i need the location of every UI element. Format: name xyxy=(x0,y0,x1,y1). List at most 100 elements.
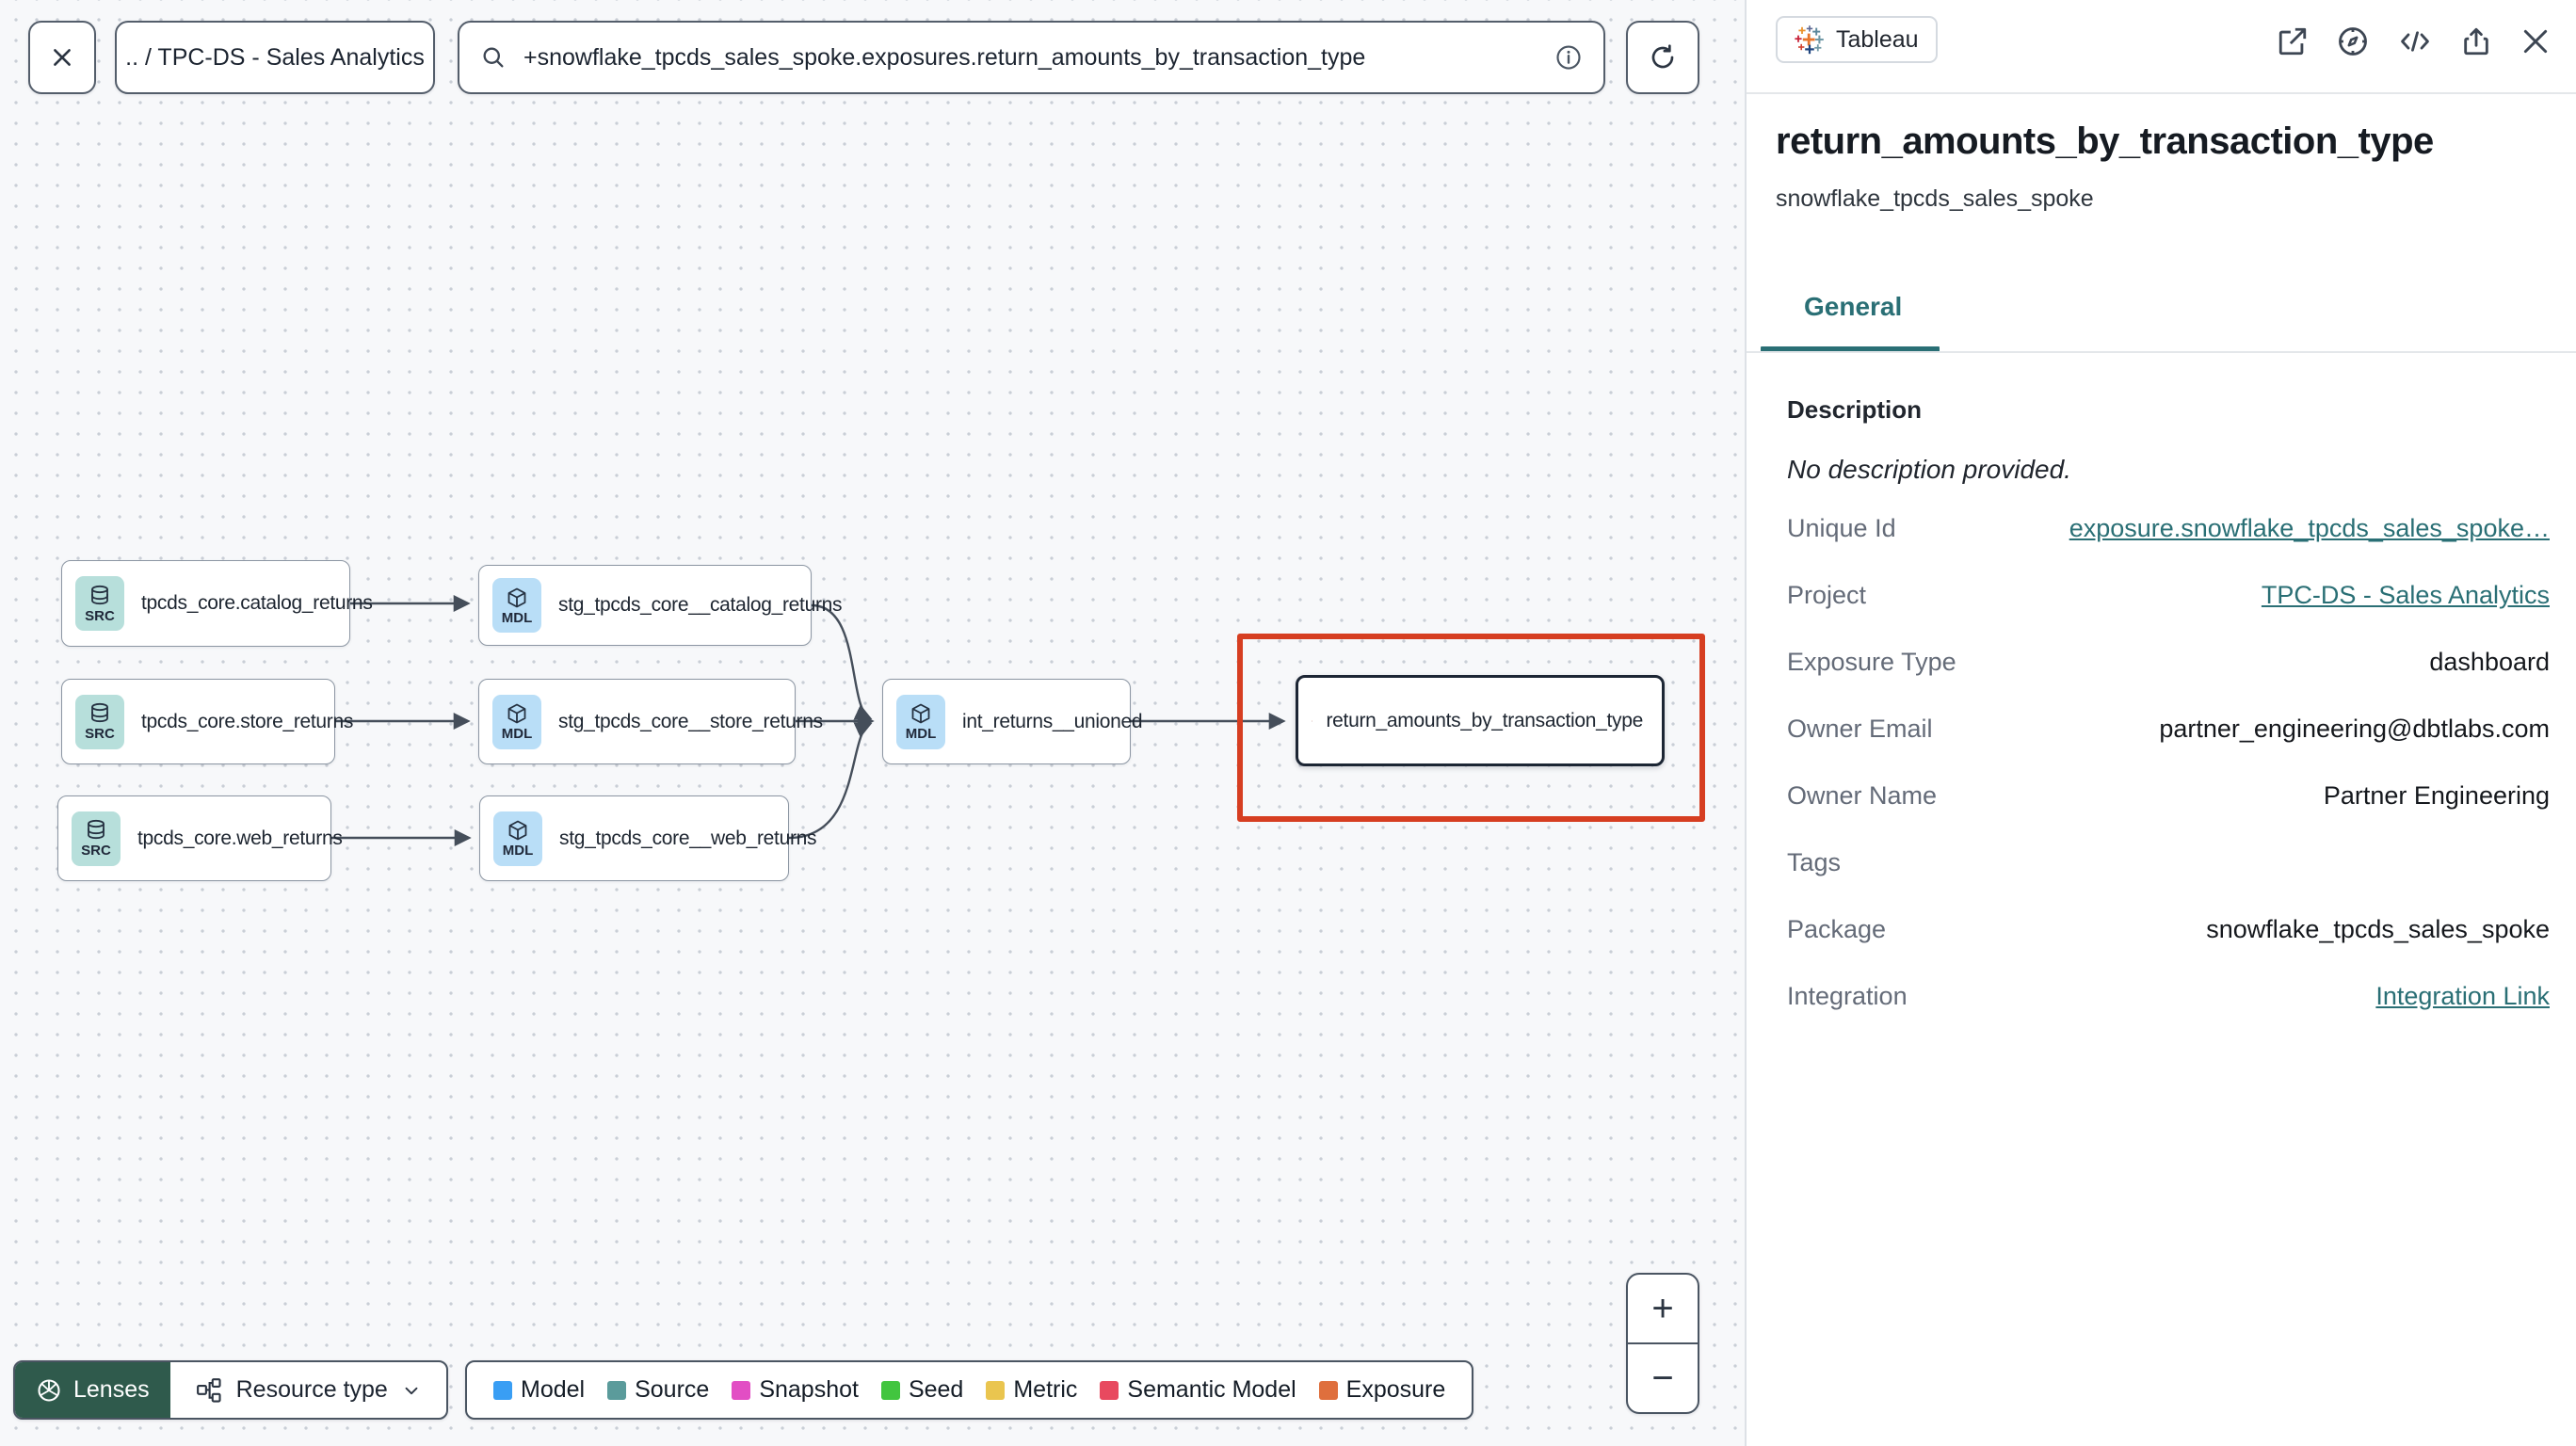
zoom-in-button[interactable]: + xyxy=(1628,1275,1698,1344)
chevron-down-icon xyxy=(405,1387,418,1394)
close-lineage-button[interactable] xyxy=(28,21,96,94)
zoom-out-button[interactable]: − xyxy=(1628,1344,1698,1412)
owner-email-value: partner_engineering@dbtlabs.com xyxy=(2159,715,2550,743)
legend-item-semantic-model: Semantic Model xyxy=(1100,1376,1296,1404)
field-row-tags: Tags xyxy=(1787,848,1842,876)
cube-icon xyxy=(910,702,932,725)
open-external-icon[interactable] xyxy=(2277,25,2309,57)
legend-item-snapshot: Snapshot xyxy=(732,1376,859,1404)
graph-node-source-store-returns[interactable]: SRC tpcds_core.store_returns xyxy=(61,679,353,764)
tableau-badge[interactable]: Tableau xyxy=(1776,16,1938,63)
node-label: tpcds_core.catalog_returns xyxy=(141,592,373,614)
database-icon xyxy=(89,702,111,725)
resource-detail-panel: Tableau return_amounts_by_transaction_ty… xyxy=(1745,0,2576,1446)
node-label: tpcds_core.store_returns xyxy=(141,710,354,732)
close-panel-icon[interactable] xyxy=(2520,25,2552,57)
lenses-control: Lenses Resource type xyxy=(13,1360,448,1420)
node-label: stg_tpcds_core__store_returns xyxy=(558,710,823,732)
search-input[interactable] xyxy=(522,42,1539,72)
legend-swatch xyxy=(986,1380,1006,1400)
node-label: stg_tpcds_core__catalog_returns xyxy=(558,594,843,616)
source-chip: SRC xyxy=(75,694,124,749)
legend-item-exposure: Exposure xyxy=(1318,1376,1445,1404)
legend-item-model: Model xyxy=(493,1376,585,1404)
node-label: tpcds_core.web_returns xyxy=(137,827,343,849)
resource-type-label: Resource type xyxy=(235,1376,388,1403)
package-value: snowflake_tpcds_sales_spoke xyxy=(2206,915,2550,943)
legend-swatch xyxy=(732,1380,751,1400)
chip-label: SRC xyxy=(81,843,111,859)
chip-label: SRC xyxy=(85,607,115,624)
field-list: Unique Id exposure.snowflake_tpcds_sales… xyxy=(1787,514,2550,1049)
field-row-project: Project TPC-DS - Sales Analytics xyxy=(1787,581,2550,610)
graph-node-model-int-returns-unioned[interactable]: MDL int_returns__unioned xyxy=(882,679,1143,764)
field-row-exposure-type: Exposure Type dashboard xyxy=(1787,648,2550,676)
chip-label: MDL xyxy=(502,843,534,859)
field-row-package: Package snowflake_tpcds_sales_spoke xyxy=(1787,915,2550,943)
source-chip: SRC xyxy=(75,576,124,631)
model-chip: MDL xyxy=(896,694,945,749)
close-icon xyxy=(54,49,71,66)
cube-icon xyxy=(506,586,528,609)
field-row-integration: Integration Integration Link xyxy=(1787,982,2550,1011)
breadcrumb-label: .. / TPC-DS - Sales Analytics xyxy=(125,43,425,71)
legend-item-metric: Metric xyxy=(986,1376,1077,1404)
node-label: stg_tpcds_core__web_returns xyxy=(559,827,817,849)
graph-node-model-stg-store-returns[interactable]: MDL stg_tpcds_core__store_returns xyxy=(478,679,823,764)
graph-node-source-web-returns[interactable]: SRC tpcds_core.web_returns xyxy=(57,795,343,881)
graph-node-model-stg-web-returns[interactable]: MDL stg_tpcds_core__web_returns xyxy=(479,795,817,881)
zoom-control: + − xyxy=(1626,1273,1699,1414)
model-chip: MDL xyxy=(492,694,541,749)
lineage-search xyxy=(458,21,1605,94)
chip-label: SRC xyxy=(85,726,115,742)
model-chip: MDL xyxy=(493,811,542,866)
info-icon[interactable] xyxy=(1554,43,1583,72)
panel-header-divider xyxy=(1747,92,2576,94)
legend-item-source: Source xyxy=(607,1376,709,1404)
resource-type-dropdown[interactable]: Resource type xyxy=(170,1362,446,1418)
field-row-owner-email: Owner Email partner_engineering@dbtlabs.… xyxy=(1787,715,2550,743)
unique-id-link[interactable]: exposure.snowflake_tpcds_sales_spoke… xyxy=(2069,514,2550,543)
field-row-unique-id: Unique Id exposure.snowflake_tpcds_sales… xyxy=(1787,514,2550,543)
legend-swatch xyxy=(493,1380,512,1400)
tableau-badge-label: Tableau xyxy=(1836,25,1919,53)
model-chip: MDL xyxy=(492,578,541,633)
database-icon xyxy=(85,819,107,842)
lenses-button[interactable]: Lenses xyxy=(15,1362,170,1418)
project-link[interactable]: TPC-DS - Sales Analytics xyxy=(2262,581,2550,610)
code-icon[interactable] xyxy=(2397,25,2433,57)
graph-node-model-stg-catalog-returns[interactable]: MDL stg_tpcds_core__catalog_returns xyxy=(478,565,843,646)
explore-compass-icon[interactable] xyxy=(2336,24,2370,58)
exposure-type-value: dashboard xyxy=(2429,648,2550,676)
tab-general[interactable]: General xyxy=(1804,292,1902,322)
refresh-button[interactable] xyxy=(1626,21,1699,94)
resource-package-subtitle: snowflake_tpcds_sales_spoke xyxy=(1776,185,2094,212)
chip-label: MDL xyxy=(501,609,533,626)
refresh-icon xyxy=(1651,44,1674,69)
integration-link[interactable]: Integration Link xyxy=(2375,982,2550,1011)
lenses-label: Lenses xyxy=(73,1376,150,1403)
breadcrumb[interactable]: .. / TPC-DS - Sales Analytics xyxy=(115,21,435,94)
chip-label: MDL xyxy=(501,726,533,742)
share-icon[interactable] xyxy=(2460,25,2492,57)
tableau-icon xyxy=(1795,24,1825,55)
resource-type-icon xyxy=(196,1377,221,1403)
legend-swatch xyxy=(607,1380,627,1400)
legend-swatch xyxy=(880,1380,900,1400)
legend-swatch xyxy=(1100,1380,1119,1400)
source-chip: SRC xyxy=(72,811,121,866)
resource-title: return_amounts_by_transaction_type xyxy=(1776,120,2434,162)
tab-divider xyxy=(1747,351,2576,353)
field-row-owner-name: Owner Name Partner Engineering xyxy=(1787,781,2550,810)
graph-node-exposure-return-amounts[interactable]: return_amounts_by_transaction_type xyxy=(1296,675,1665,766)
lineage-canvas[interactable]: SRC tpcds_core.catalog_returns SRC tpcds… xyxy=(0,0,1745,1446)
resource-type-legend: Model Source Snapshot Seed Metric Semant… xyxy=(465,1360,1474,1420)
cube-icon xyxy=(507,819,529,842)
search-icon xyxy=(483,47,504,68)
graph-node-source-catalog-returns[interactable]: SRC tpcds_core.catalog_returns xyxy=(61,560,373,647)
node-label: int_returns__unioned xyxy=(962,710,1143,732)
database-icon xyxy=(89,585,111,607)
node-label: return_amounts_by_transaction_type xyxy=(1326,709,1643,731)
lens-icon xyxy=(38,1378,60,1402)
description-value: No description provided. xyxy=(1787,455,2071,484)
